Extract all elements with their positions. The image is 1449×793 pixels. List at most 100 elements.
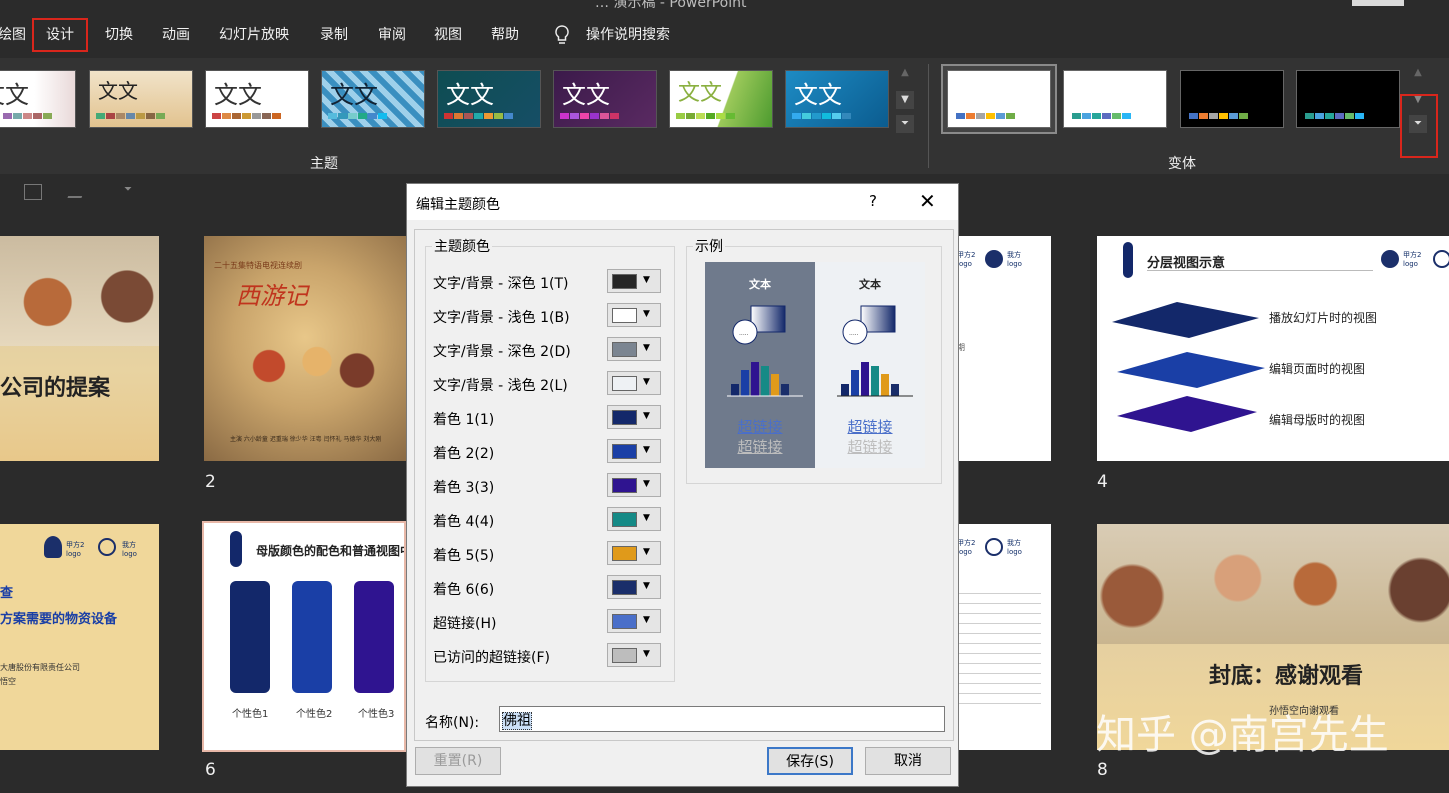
customize-toolbar-icon[interactable]: ⏷ xyxy=(124,184,132,195)
pen-icon[interactable] xyxy=(67,184,87,198)
tab-transitions[interactable]: 切换 xyxy=(105,24,133,44)
color-picker-button[interactable]: ▼ xyxy=(607,609,661,633)
preview-hyperlink: 超链接 xyxy=(847,418,893,436)
chevron-down-icon: ▼ xyxy=(643,513,650,523)
logo-b: 我方 logo xyxy=(1007,539,1022,556)
align-icon[interactable] xyxy=(24,184,42,200)
lightbulb-icon xyxy=(555,25,569,44)
chevron-down-icon: ▼ xyxy=(643,479,650,489)
logo-b: 我方 logo xyxy=(122,541,137,558)
avatar-icon xyxy=(98,538,116,556)
color-swatch xyxy=(612,444,637,459)
themes-more-button[interactable]: ⏷ xyxy=(896,115,914,133)
color-row: 着色 5(5) ▼ xyxy=(433,541,661,567)
slide-caption: 二十五集特语电视连续剧 xyxy=(214,261,302,270)
color-picker-button[interactable]: ▼ xyxy=(607,303,661,327)
theme-thumb-4[interactable]: 文文 xyxy=(321,70,425,128)
tab-slideshow[interactable]: 幻灯片放映 xyxy=(219,24,289,44)
color-picker-button[interactable]: ▼ xyxy=(607,473,661,497)
theme-sample-text: 文文 xyxy=(0,81,29,109)
color-picker-button[interactable]: ▼ xyxy=(607,575,661,599)
tab-draw[interactable]: 绘图 xyxy=(0,24,26,44)
theme-colors-legend: 主题颜色 xyxy=(434,239,490,255)
color-swatch xyxy=(612,274,637,289)
layer-label-2: 编辑页面时的视图 xyxy=(1269,362,1366,376)
variant-thumb-4[interactable] xyxy=(1296,70,1400,128)
color-row-label: 文字/背景 - 深色 1(T) xyxy=(433,276,569,292)
slide-thumb-4[interactable]: 分层视图示意 甲方2 logo 播放幻灯片时的视图 编辑页面时的视图 编辑母版时… xyxy=(1097,236,1449,461)
color-row: 着色 6(6) ▼ xyxy=(433,575,661,601)
chevron-down-icon: ▼ xyxy=(643,581,650,591)
theme-thumb-1[interactable]: 文文 xyxy=(0,70,76,128)
text-block xyxy=(959,584,1041,704)
color-row: 已访问的超链接(F) ▼ xyxy=(433,643,661,669)
color-picker-button[interactable]: ▼ xyxy=(607,269,661,293)
reset-button[interactable]: 重置(R) xyxy=(415,747,501,775)
slide-thumb-1[interactable]: 公司的提案 xyxy=(0,236,159,461)
color-picker-button[interactable]: ▼ xyxy=(607,337,661,361)
theme-thumb-3[interactable]: 文文 xyxy=(205,70,309,128)
slide-thumb-6[interactable]: 母版颜色的配色和普通视图中 个性色1 个性色2 个性色3 xyxy=(202,521,406,752)
slide-text: 大唐股份有限责任公司 xyxy=(0,663,80,672)
name-input[interactable]: 佛祖 xyxy=(499,706,945,732)
bar-label-2: 个性色2 xyxy=(296,709,333,720)
slide-cast: 主演 六小龄童 迟重瑞 徐少华 汪粤 闫怀礼 马德华 刘大刚 xyxy=(230,436,382,443)
color-bar-1 xyxy=(230,581,270,693)
color-picker-button[interactable]: ▼ xyxy=(607,643,661,667)
slide-text: 查 xyxy=(0,586,14,601)
color-row: 超链接(H) ▼ xyxy=(433,609,661,635)
tell-me-search[interactable]: 操作说明搜索 xyxy=(586,24,670,44)
tab-review[interactable]: 审阅 xyxy=(378,24,406,44)
cancel-button[interactable]: 取消 xyxy=(865,747,951,775)
color-row-label: 着色 4(4) xyxy=(433,514,495,530)
logo-a: 甲方2 logo xyxy=(66,541,85,558)
theme-thumb-7[interactable]: 文文 xyxy=(669,70,773,128)
variants-scroll-up[interactable]: ▲ xyxy=(1409,64,1427,82)
edit-theme-colors-dialog: 编辑主题颜色 ? ✕ 主题颜色 文字/背景 - 深色 1(T) ▼ 文字/背景 - … xyxy=(406,183,959,787)
save-button[interactable]: 保存(S) xyxy=(767,747,853,775)
color-picker-button[interactable]: ▼ xyxy=(607,507,661,531)
theme-thumb-6[interactable]: 文文 xyxy=(553,70,657,128)
slide-thumb-2[interactable]: 二十五集特语电视连续剧 西游记 主演 六小龄童 迟重瑞 徐少华 汪粤 闫怀礼 马… xyxy=(204,236,406,461)
theme-sample-text: 文文 xyxy=(98,79,138,103)
tab-view[interactable]: 视图 xyxy=(434,24,462,44)
themes-scroll-down[interactable]: ▼ xyxy=(896,91,914,109)
preview-dark: 文本 ..... 超链接 超链接 xyxy=(705,262,815,468)
color-picker-button[interactable]: ▼ xyxy=(607,541,661,565)
color-swatch xyxy=(612,648,637,663)
login-button[interactable] xyxy=(1352,0,1404,6)
color-picker-button[interactable]: ▼ xyxy=(607,439,661,463)
color-picker-button[interactable]: ▼ xyxy=(607,371,661,395)
color-picker-button[interactable]: ▼ xyxy=(607,405,661,429)
slide-thumb-7[interactable]: 甲方2 logo 我方 logo xyxy=(955,524,1051,750)
theme-thumb-2[interactable]: 文文 xyxy=(89,70,193,128)
highlight-box-variants-more xyxy=(1400,94,1438,158)
title-accent-bar xyxy=(1123,242,1133,278)
chevron-down-icon: ▼ xyxy=(643,445,650,455)
theme-thumb-5[interactable]: 文文 xyxy=(437,70,541,128)
color-row: 文字/背景 - 浅色 2(L) ▼ xyxy=(433,371,661,397)
tab-animations[interactable]: 动画 xyxy=(162,24,190,44)
themes-scroll-up[interactable]: ▲ xyxy=(896,64,914,82)
slide-thumb-5[interactable]: 甲方2 logo 我方 logo 查 方案需要的物资设备 大唐股份有限责任公司 … xyxy=(0,524,159,750)
tab-help[interactable]: 帮助 xyxy=(491,24,519,44)
color-row-label: 着色 3(3) xyxy=(433,480,495,496)
theme-thumb-8[interactable]: 文文 xyxy=(785,70,889,128)
bar-label-1: 个性色1 xyxy=(232,709,269,720)
variant-thumb-1[interactable] xyxy=(947,70,1051,128)
divider xyxy=(1147,270,1373,271)
preview-visited-link: 超链接 xyxy=(737,438,783,456)
layer-label-1: 播放幻灯片时的视图 xyxy=(1269,311,1378,325)
slide-image xyxy=(0,236,159,346)
variant-thumb-2[interactable] xyxy=(1063,70,1167,128)
color-row-label: 着色 1(1) xyxy=(433,412,495,428)
tab-record[interactable]: 录制 xyxy=(320,24,348,44)
slide-thumb-3[interactable]: 甲方2 logo 我方 logo 期 xyxy=(955,236,1051,461)
slide-text: 方案需要的物资设备 xyxy=(0,612,118,627)
help-button[interactable]: ? xyxy=(869,192,877,210)
slide-number: 4 xyxy=(1097,472,1108,492)
variant-thumb-3[interactable] xyxy=(1180,70,1284,128)
close-button[interactable]: ✕ xyxy=(919,189,936,213)
tab-design[interactable]: 设计 xyxy=(46,24,74,44)
theme-sample-text: 文文 xyxy=(330,81,378,109)
